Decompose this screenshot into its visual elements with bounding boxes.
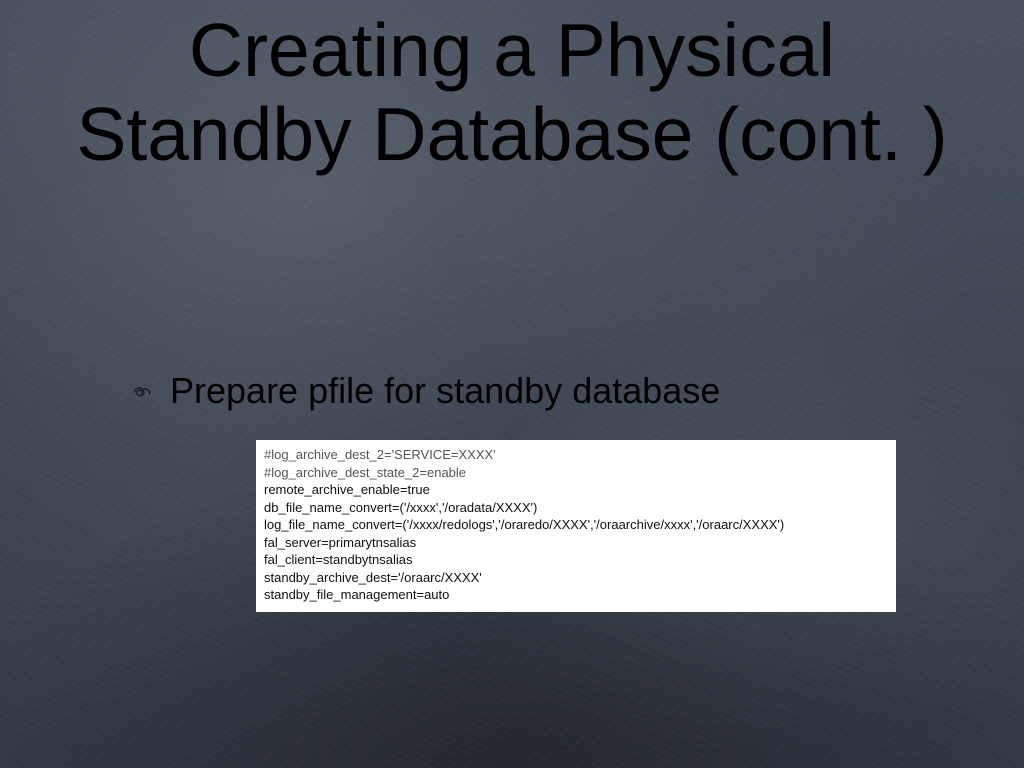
code-line: log_file_name_convert=('/xxxx/redologs',… — [264, 516, 888, 534]
bullet-item: Prepare pfile for standby database — [132, 370, 720, 412]
code-line: #log_archive_dest_2='SERVICE=XXXX' — [264, 446, 888, 464]
code-line: fal_server=primarytnsalias — [264, 534, 888, 552]
slide: Creating a Physical Standby Database (co… — [0, 0, 1024, 768]
code-line: #log_archive_dest_state_2=enable — [264, 464, 888, 482]
swirl-bullet-icon — [132, 385, 152, 399]
title-line-2: Standby Database (cont. ) — [76, 92, 947, 176]
bullet-text: Prepare pfile for standby database — [170, 370, 720, 412]
code-line: remote_archive_enable=true — [264, 481, 888, 499]
pfile-code-block: #log_archive_dest_2='SERVICE=XXXX' #log_… — [256, 440, 896, 612]
code-line: db_file_name_convert=('/xxxx','/oradata/… — [264, 499, 888, 517]
code-line: standby_file_management=auto — [264, 586, 888, 604]
slide-title: Creating a Physical Standby Database (co… — [0, 8, 1024, 176]
title-line-1: Creating a Physical — [189, 8, 835, 92]
code-line: standby_archive_dest='/oraarc/XXXX' — [264, 569, 888, 587]
code-line: fal_client=standbytnsalias — [264, 551, 888, 569]
